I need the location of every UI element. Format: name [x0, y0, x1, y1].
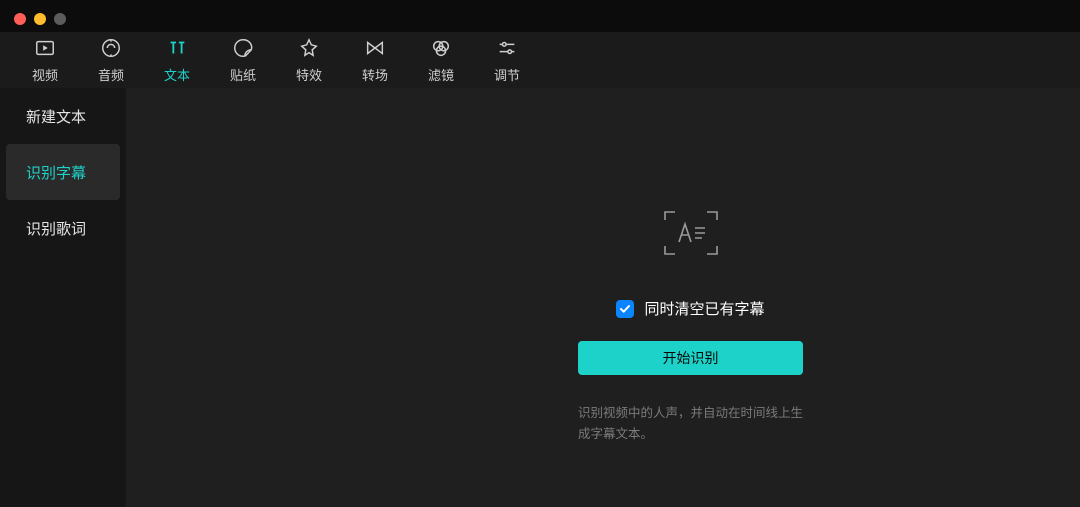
- close-window-button[interactable]: [14, 13, 26, 25]
- sidebar-item-label: 识别歌词: [26, 218, 86, 239]
- start-recognition-button[interactable]: 开始识别: [578, 341, 803, 375]
- description-text: 识别视频中的人声，并自动在时间线上生成字幕文本。: [578, 403, 803, 446]
- main-panel: 同时清空已有字幕 开始识别 识别视频中的人声，并自动在时间线上生成字幕文本。: [126, 88, 1080, 507]
- toolbar-effects[interactable]: 特效: [276, 37, 342, 84]
- toolbar-item-label: 文本: [164, 65, 190, 84]
- toolbar-item-label: 特效: [296, 65, 322, 84]
- toolbar-item-label: 贴纸: [230, 65, 256, 84]
- subtitle-scan-icon: [663, 208, 719, 258]
- effects-icon: [298, 37, 320, 59]
- video-icon: [34, 37, 56, 59]
- toolbar-transition[interactable]: 转场: [342, 37, 408, 84]
- toolbar-item-label: 滤镜: [428, 65, 454, 84]
- clear-existing-subtitle-checkbox[interactable]: 同时清空已有字幕: [616, 298, 764, 319]
- sticker-icon: [232, 37, 254, 59]
- top-toolbar: 视频 音频 文本 贴纸 特效 转场: [0, 32, 1080, 88]
- toolbar-item-label: 转场: [362, 65, 388, 84]
- sidebar: 新建文本 识别字幕 识别歌词: [0, 88, 126, 507]
- toolbar-filter[interactable]: 滤镜: [408, 37, 474, 84]
- sidebar-item-new-text[interactable]: 新建文本: [0, 88, 126, 144]
- sidebar-item-label: 识别字幕: [26, 162, 86, 183]
- maximize-window-button[interactable]: [54, 13, 66, 25]
- sidebar-item-label: 新建文本: [26, 106, 86, 127]
- text-icon: [166, 37, 188, 59]
- sidebar-item-recognize-subtitle[interactable]: 识别字幕: [6, 144, 120, 200]
- transition-icon: [364, 37, 386, 59]
- recognize-subtitle-panel: 同时清空已有字幕 开始识别 识别视频中的人声，并自动在时间线上生成字幕文本。: [578, 208, 803, 446]
- toolbar-sticker[interactable]: 贴纸: [210, 37, 276, 84]
- checkbox-label: 同时清空已有字幕: [644, 298, 764, 319]
- filter-icon: [430, 37, 452, 59]
- checkbox-box[interactable]: [616, 300, 634, 318]
- toolbar-item-label: 音频: [98, 65, 124, 84]
- toolbar-adjust[interactable]: 调节: [474, 37, 540, 84]
- toolbar-item-label: 调节: [494, 65, 520, 84]
- sidebar-item-recognize-lyrics[interactable]: 识别歌词: [0, 200, 126, 256]
- audio-icon: [100, 37, 122, 59]
- toolbar-video[interactable]: 视频: [12, 37, 78, 84]
- toolbar-audio[interactable]: 音频: [78, 37, 144, 84]
- window-traffic-lights[interactable]: [14, 13, 66, 25]
- check-icon: [619, 303, 631, 315]
- minimize-window-button[interactable]: [34, 13, 46, 25]
- toolbar-text[interactable]: 文本: [144, 37, 210, 84]
- toolbar-item-label: 视频: [32, 65, 58, 84]
- adjust-icon: [496, 37, 518, 59]
